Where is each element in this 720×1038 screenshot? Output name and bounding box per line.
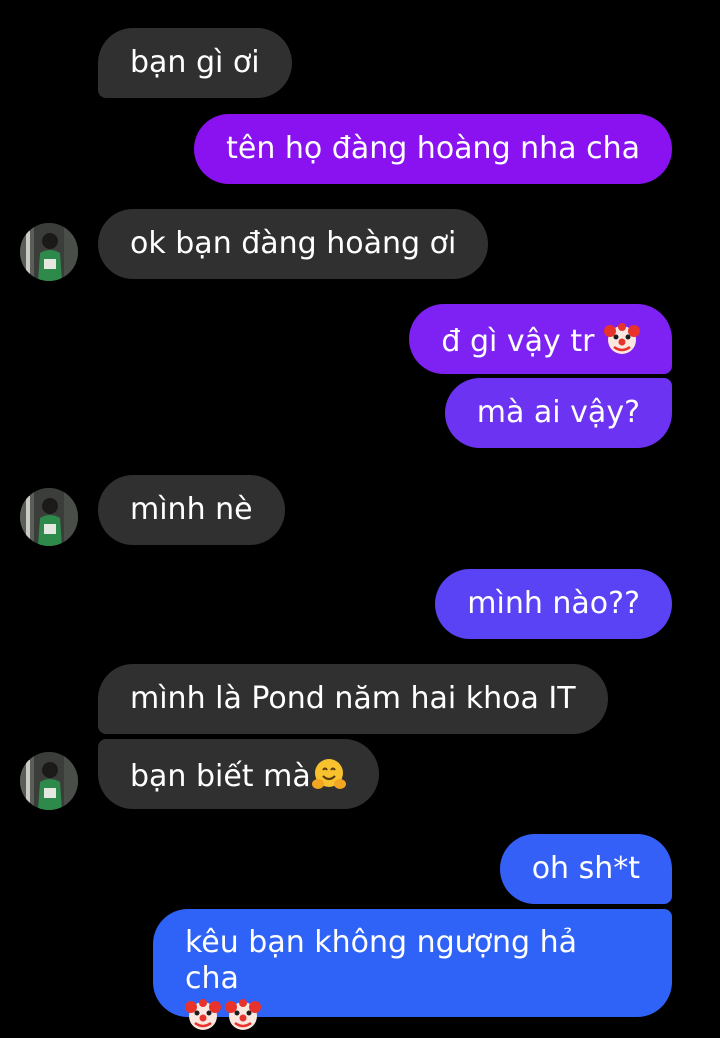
- message-text: kêu bạn không ngượng hả cha: [185, 925, 578, 996]
- message-bubble-incoming[interactable]: ok bạn đàng hoàng ơi: [98, 209, 489, 279]
- message-text: ok bạn đàng hoàng ơi: [130, 226, 457, 261]
- message-bubble-outgoing[interactable]: tên họ đàng hoàng nha cha: [194, 114, 672, 184]
- clown-face-icon: [225, 999, 261, 1030]
- clown-face-icon: [185, 999, 221, 1030]
- message-text: mình nè: [130, 492, 253, 527]
- message-text: bạn biết mà: [130, 759, 311, 794]
- message-text: tên họ đàng hoàng nha cha: [226, 131, 640, 166]
- contact-avatar[interactable]: [20, 752, 78, 810]
- emoji-row: [185, 997, 640, 1033]
- clown-face-icon: [604, 323, 640, 354]
- hugging-face-icon: [311, 759, 346, 789]
- message-bubble-incoming[interactable]: bạn biết mà: [98, 739, 379, 809]
- message-bubble-incoming[interactable]: mình là Pond năm hai khoa IT: [98, 664, 608, 734]
- message-bubble-outgoing[interactable]: mình nào??: [435, 569, 672, 639]
- message-text: mình nào??: [467, 586, 640, 621]
- chat-thread: bạn gì ơi tên họ đàng hoàng nha cha ok b…: [0, 0, 720, 1038]
- message-bubble-outgoing[interactable]: đ gì vậy tr: [409, 304, 672, 374]
- message-bubble-incoming[interactable]: bạn gì ơi: [98, 28, 292, 98]
- message-text: đ gì vậy tr: [441, 324, 595, 359]
- message-text: oh sh*t: [531, 851, 640, 886]
- message-text: mình là Pond năm hai khoa IT: [130, 681, 576, 716]
- contact-avatar[interactable]: [20, 223, 78, 281]
- contact-avatar[interactable]: [20, 488, 78, 546]
- message-text: mà ai vậy?: [476, 395, 640, 430]
- message-text: bạn gì ơi: [130, 45, 260, 80]
- message-bubble-outgoing[interactable]: mà ai vậy?: [444, 378, 672, 448]
- message-bubble-outgoing[interactable]: oh sh*t: [499, 834, 672, 904]
- message-bubble-incoming[interactable]: mình nè: [98, 475, 285, 545]
- message-bubble-outgoing[interactable]: kêu bạn không ngượng hả cha: [153, 909, 672, 1030]
